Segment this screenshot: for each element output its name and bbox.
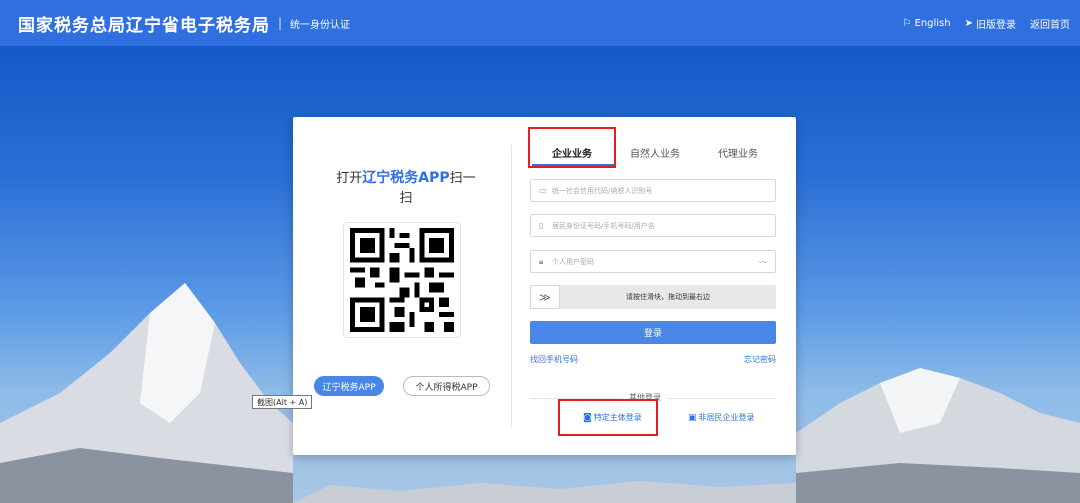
home-link[interactable]: 返回首页 bbox=[1030, 16, 1070, 31]
send-icon: ➤ bbox=[964, 17, 973, 29]
globe-icon: ⚐ bbox=[902, 17, 912, 29]
user-id-placeholder: 居民身份证号码/手机号码/用户名 bbox=[552, 221, 655, 230]
qr-code bbox=[343, 222, 461, 338]
site-title: 国家税务总局辽宁省电子税务局 bbox=[18, 15, 270, 36]
password-field[interactable]: 🔒︎ 个人用户密码 〰 bbox=[530, 250, 776, 273]
login-card: 打开辽宁税务APP扫一扫 辽宁税务APP 个人所得税APP 企业业务 自然人业务… bbox=[293, 117, 796, 455]
user-id-field[interactable]: ▯ 居民身份证号码/手机号码/用户名 bbox=[530, 214, 776, 237]
forgot-password-link[interactable]: 忘记密码 bbox=[744, 354, 776, 365]
building-icon: ▣ bbox=[688, 412, 697, 423]
liaoning-tax-app-button[interactable]: 辽宁税务APP bbox=[314, 376, 384, 396]
qr-title-prefix: 打开 bbox=[336, 171, 363, 186]
old-login-link[interactable]: ➤ 旧版登录 bbox=[965, 16, 1016, 31]
credit-code-field[interactable]: ▭ 统一社会信用代码/纳税人识别号 bbox=[530, 179, 776, 202]
qr-title: 打开辽宁税务APP扫一扫 bbox=[331, 167, 481, 206]
old-login-label: 旧版登录 bbox=[976, 19, 1016, 31]
other-login-highlight-box bbox=[558, 399, 658, 436]
eye-hidden-icon[interactable]: 〰 bbox=[759, 257, 767, 268]
credit-code-placeholder: 统一社会信用代码/纳税人识别号 bbox=[552, 186, 653, 195]
login-button[interactable]: 登录 bbox=[530, 321, 776, 344]
header-links: ⚐ English ➤ 旧版登录 返回首页 bbox=[903, 0, 1070, 46]
password-placeholder: 个人用户密码 bbox=[552, 257, 594, 266]
tab-highlight-box bbox=[528, 127, 616, 168]
english-link[interactable]: ⚐ English bbox=[903, 18, 951, 29]
slider-captcha[interactable]: ≫ 请按住滑块，拖动到最右边 bbox=[530, 285, 776, 309]
site-subtitle: 统一身份认证 bbox=[290, 19, 351, 31]
screenshot-tooltip: 截图(Alt + A) bbox=[252, 395, 313, 409]
find-phone-link[interactable]: 找回手机号码 bbox=[530, 354, 578, 365]
personal-tax-app-button[interactable]: 个人所得税APP bbox=[403, 376, 490, 396]
qr-title-brand: 辽宁税务APP bbox=[362, 170, 450, 186]
slider-text: 请按住滑块，拖动到最右边 bbox=[626, 293, 710, 301]
title-separator: | bbox=[278, 16, 283, 30]
non-resident-label: 非居民企业登录 bbox=[698, 413, 755, 422]
english-label: English bbox=[914, 17, 951, 29]
lock-icon: 🔒︎ bbox=[539, 257, 544, 266]
id-card-icon: ▭ bbox=[539, 186, 547, 195]
qr-code-icon bbox=[350, 228, 454, 332]
card-divider bbox=[511, 145, 512, 427]
slider-handle[interactable]: ≫ bbox=[530, 285, 560, 309]
tab-agency[interactable]: 代理业务 bbox=[718, 145, 758, 160]
top-header: 国家税务总局辽宁省电子税务局 | 统一身份认证 ⚐ English ➤ 旧版登录… bbox=[0, 0, 1080, 46]
tab-individual[interactable]: 自然人业务 bbox=[630, 145, 680, 160]
non-resident-login[interactable]: ▣ 非居民企业登录 bbox=[688, 412, 755, 423]
user-icon: ▯ bbox=[539, 221, 544, 230]
